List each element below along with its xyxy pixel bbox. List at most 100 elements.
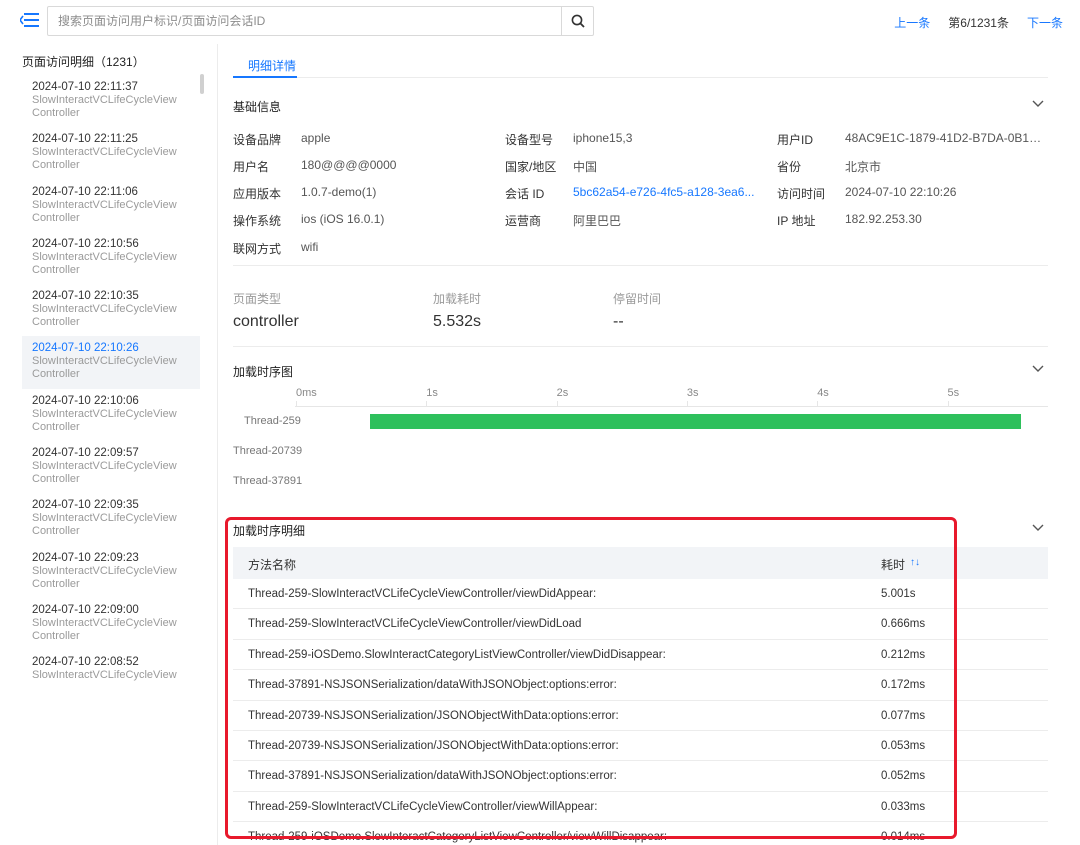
list-item[interactable]: 2024-07-10 22:09:00 SlowInteractVCLifeCyc…	[22, 598, 200, 650]
prev-record-link[interactable]: 上一条	[894, 14, 930, 31]
visit-time: 2024-07-10 22:10:06	[32, 394, 139, 407]
table-row[interactable]: Thread-259-iOSDemo.SlowInteractCategoryL…	[233, 822, 1048, 845]
method-table: 方法名称 耗时 ↑↓ Thread-259-SlowInteractVCLife…	[233, 547, 1048, 845]
axis-tick	[947, 401, 949, 407]
field-label: IP 地址	[777, 214, 816, 228]
field-label: 应用版本	[233, 187, 282, 201]
axis-tick-label: 5s	[947, 387, 960, 399]
table-row[interactable]: Thread-37891-NSJSONSerialization/dataWit…	[233, 761, 1048, 792]
axis-tick-label: 4s	[817, 387, 829, 399]
method-duration: 0.172ms	[881, 679, 926, 692]
field-value: 1.0.7-demo(1)	[301, 185, 377, 199]
page-name-suffix: Controller	[32, 316, 80, 329]
field-label: 省份	[777, 160, 802, 174]
visit-time: 2024-07-10 22:09:00	[32, 603, 139, 616]
list-item[interactable]: 2024-07-10 22:11:25 SlowInteractVCLifeCyc…	[22, 127, 200, 179]
visit-time: 2024-07-10 22:11:37	[32, 81, 138, 93]
detail-title: 加载时序明细	[233, 524, 306, 538]
list-item[interactable]: 2024-07-10 22:10:35 SlowInteractVCLifeCyc…	[22, 284, 200, 336]
field-label: 会话 ID	[505, 187, 545, 201]
chevron-down-icon[interactable]	[1031, 96, 1045, 110]
field-value[interactable]: 5bc62a54-e726-4fc5-a128-3ea6...	[573, 185, 759, 199]
method-duration: 0.666ms	[881, 618, 926, 631]
list-item[interactable]: 2024-07-10 22:11:37 SlowInteractVCLifeCyc…	[22, 75, 200, 127]
page-name: SlowInteractVCLifeCycleView	[32, 94, 177, 106]
divider	[233, 346, 1048, 347]
visit-time: 2024-07-10 22:10:26	[32, 342, 139, 355]
list-item[interactable]: 2024-07-10 22:09:57 SlowInteractVCLifeCyc…	[22, 441, 200, 493]
search-input[interactable]	[48, 7, 561, 35]
page-name: SlowInteractVCLifeCycleView	[32, 564, 177, 577]
search-icon	[571, 14, 585, 28]
stat-value: --	[613, 313, 624, 330]
table-row[interactable]: Thread-259-SlowInteractVCLifeCycleViewCo…	[233, 792, 1048, 823]
page-name: SlowInteractVCLifeCycleView	[32, 303, 177, 316]
field-value: wifi	[301, 240, 319, 254]
field-value: 182.92.253.30	[845, 212, 922, 226]
active-tab-indicator	[233, 76, 297, 78]
page-name: SlowInteractVCLifeCycleView	[32, 250, 177, 263]
stat-value: controller	[233, 313, 299, 330]
table-row[interactable]: Thread-259-SlowInteractVCLifeCycleViewCo…	[233, 609, 1048, 640]
table-row[interactable]: Thread-20739-NSJSONSerialization/JSONObj…	[233, 731, 1048, 762]
thread-label: Thread-259	[244, 415, 301, 427]
visit-time: 2024-07-10 22:09:35	[32, 499, 139, 512]
table-row[interactable]: Thread-259-SlowInteractVCLifeCycleViewCo…	[233, 579, 1048, 610]
field-value: 48AC9E1C-1879-41D2-B7DA-0B108...	[845, 131, 1045, 145]
method-name: Thread-259-SlowInteractVCLifeCycleViewCo…	[248, 800, 598, 813]
detail-panel: 明细详情 基础信息 设备品牌 apple 设备型号 iphone15,3 用户ID 48A…	[233, 44, 1048, 845]
method-name: Thread-37891-NSJSONSerialization/dataWit…	[248, 770, 617, 783]
chevron-down-icon[interactable]	[1031, 520, 1045, 534]
method-duration: 0.212ms	[881, 648, 926, 661]
method-name: Thread-259-SlowInteractVCLifeCycleViewCo…	[248, 588, 597, 600]
field-label: 用户ID	[777, 133, 814, 147]
axis-tick-label: 2s	[556, 387, 569, 399]
table-row[interactable]: Thread-37891-NSJSONSerialization/dataWit…	[233, 670, 1048, 701]
visit-time: 2024-07-10 22:11:25	[32, 133, 138, 146]
list-item[interactable]: 2024-07-10 22:09:23 SlowInteractVCLifeCyc…	[22, 546, 200, 598]
list-item[interactable]: 2024-07-10 22:10:26 SlowInteractVCLifeCyc…	[22, 336, 200, 389]
thread-label: Thread-37891	[233, 475, 303, 487]
search-button[interactable]	[561, 7, 593, 35]
visit-time: 2024-07-10 22:10:56	[32, 237, 139, 250]
basic-info-title: 基础信息	[233, 100, 282, 114]
field-label: 设备型号	[505, 133, 554, 147]
visit-list-sidebar: 页面访问明细（1231） 2024-07-10 22:11:37 SlowInte…	[0, 44, 218, 845]
field-value: iphone15,3	[573, 131, 633, 145]
list-item[interactable]: 2024-07-10 22:11:06 SlowInteractVCLifeCyc…	[22, 180, 200, 232]
method-duration: 0.077ms	[881, 709, 926, 722]
page-name-suffix: Controller	[32, 263, 80, 276]
table-row[interactable]: Thread-259-iOSDemo.SlowInteractCategoryL…	[233, 640, 1048, 671]
table-body: Thread-259-SlowInteractVCLifeCycleViewCo…	[233, 579, 1048, 845]
tab-detail[interactable]: 明细详情	[233, 44, 311, 78]
chevron-down-icon[interactable]	[1031, 361, 1045, 375]
next-record-link[interactable]: 下一条	[1027, 14, 1063, 31]
record-navigation: 上一条 第6/1231条 下一条	[894, 14, 1063, 31]
thread-label: Thread-20739	[233, 445, 303, 457]
field-value: 180@@@@0000	[301, 158, 397, 172]
list-item[interactable]: 2024-07-10 22:10:56 SlowInteractVCLifeCyc…	[22, 232, 200, 284]
page-name-suffix: Controller	[32, 577, 80, 590]
timeline-bar[interactable]	[369, 414, 1022, 429]
visit-list: 2024-07-10 22:11:37 SlowInteractVCLifeCyc…	[22, 75, 200, 703]
page-name: SlowInteractVCLifeCycleView	[32, 146, 177, 159]
field-value: 2024-07-10 22:10:26	[845, 185, 957, 199]
list-item[interactable]: 2024-07-10 22:09:35 SlowInteractVCLifeCyc…	[22, 493, 200, 545]
stat-page-type: 页面类型 controller	[233, 290, 299, 331]
method-duration: 0.014ms	[881, 831, 926, 844]
column-time[interactable]: 耗时	[881, 556, 905, 573]
page-name-suffix: Controller	[32, 525, 80, 538]
sidebar-scrollbar[interactable]	[200, 74, 204, 94]
list-item[interactable]: 2024-07-10 22:08:52 SlowInteractVCLifeCyc…	[22, 650, 200, 702]
sort-icon[interactable]: ↑↓	[910, 557, 920, 568]
page-name: SlowInteractVCLifeCycleView	[32, 616, 177, 629]
timeline-title: 加载时序图	[233, 365, 294, 379]
field-value: 阿里巴巴	[573, 214, 622, 228]
field-label: 操作系统	[233, 214, 282, 228]
stat-value: 5.532s	[433, 313, 482, 330]
axis-tick	[426, 401, 428, 407]
table-row[interactable]: Thread-20739-NSJSONSerialization/JSONObj…	[233, 701, 1048, 731]
field-label: 运营商	[505, 214, 542, 228]
list-item[interactable]: 2024-07-10 22:10:06 SlowInteractVCLifeCyc…	[22, 389, 200, 441]
menu-toggle-icon[interactable]	[20, 12, 40, 30]
